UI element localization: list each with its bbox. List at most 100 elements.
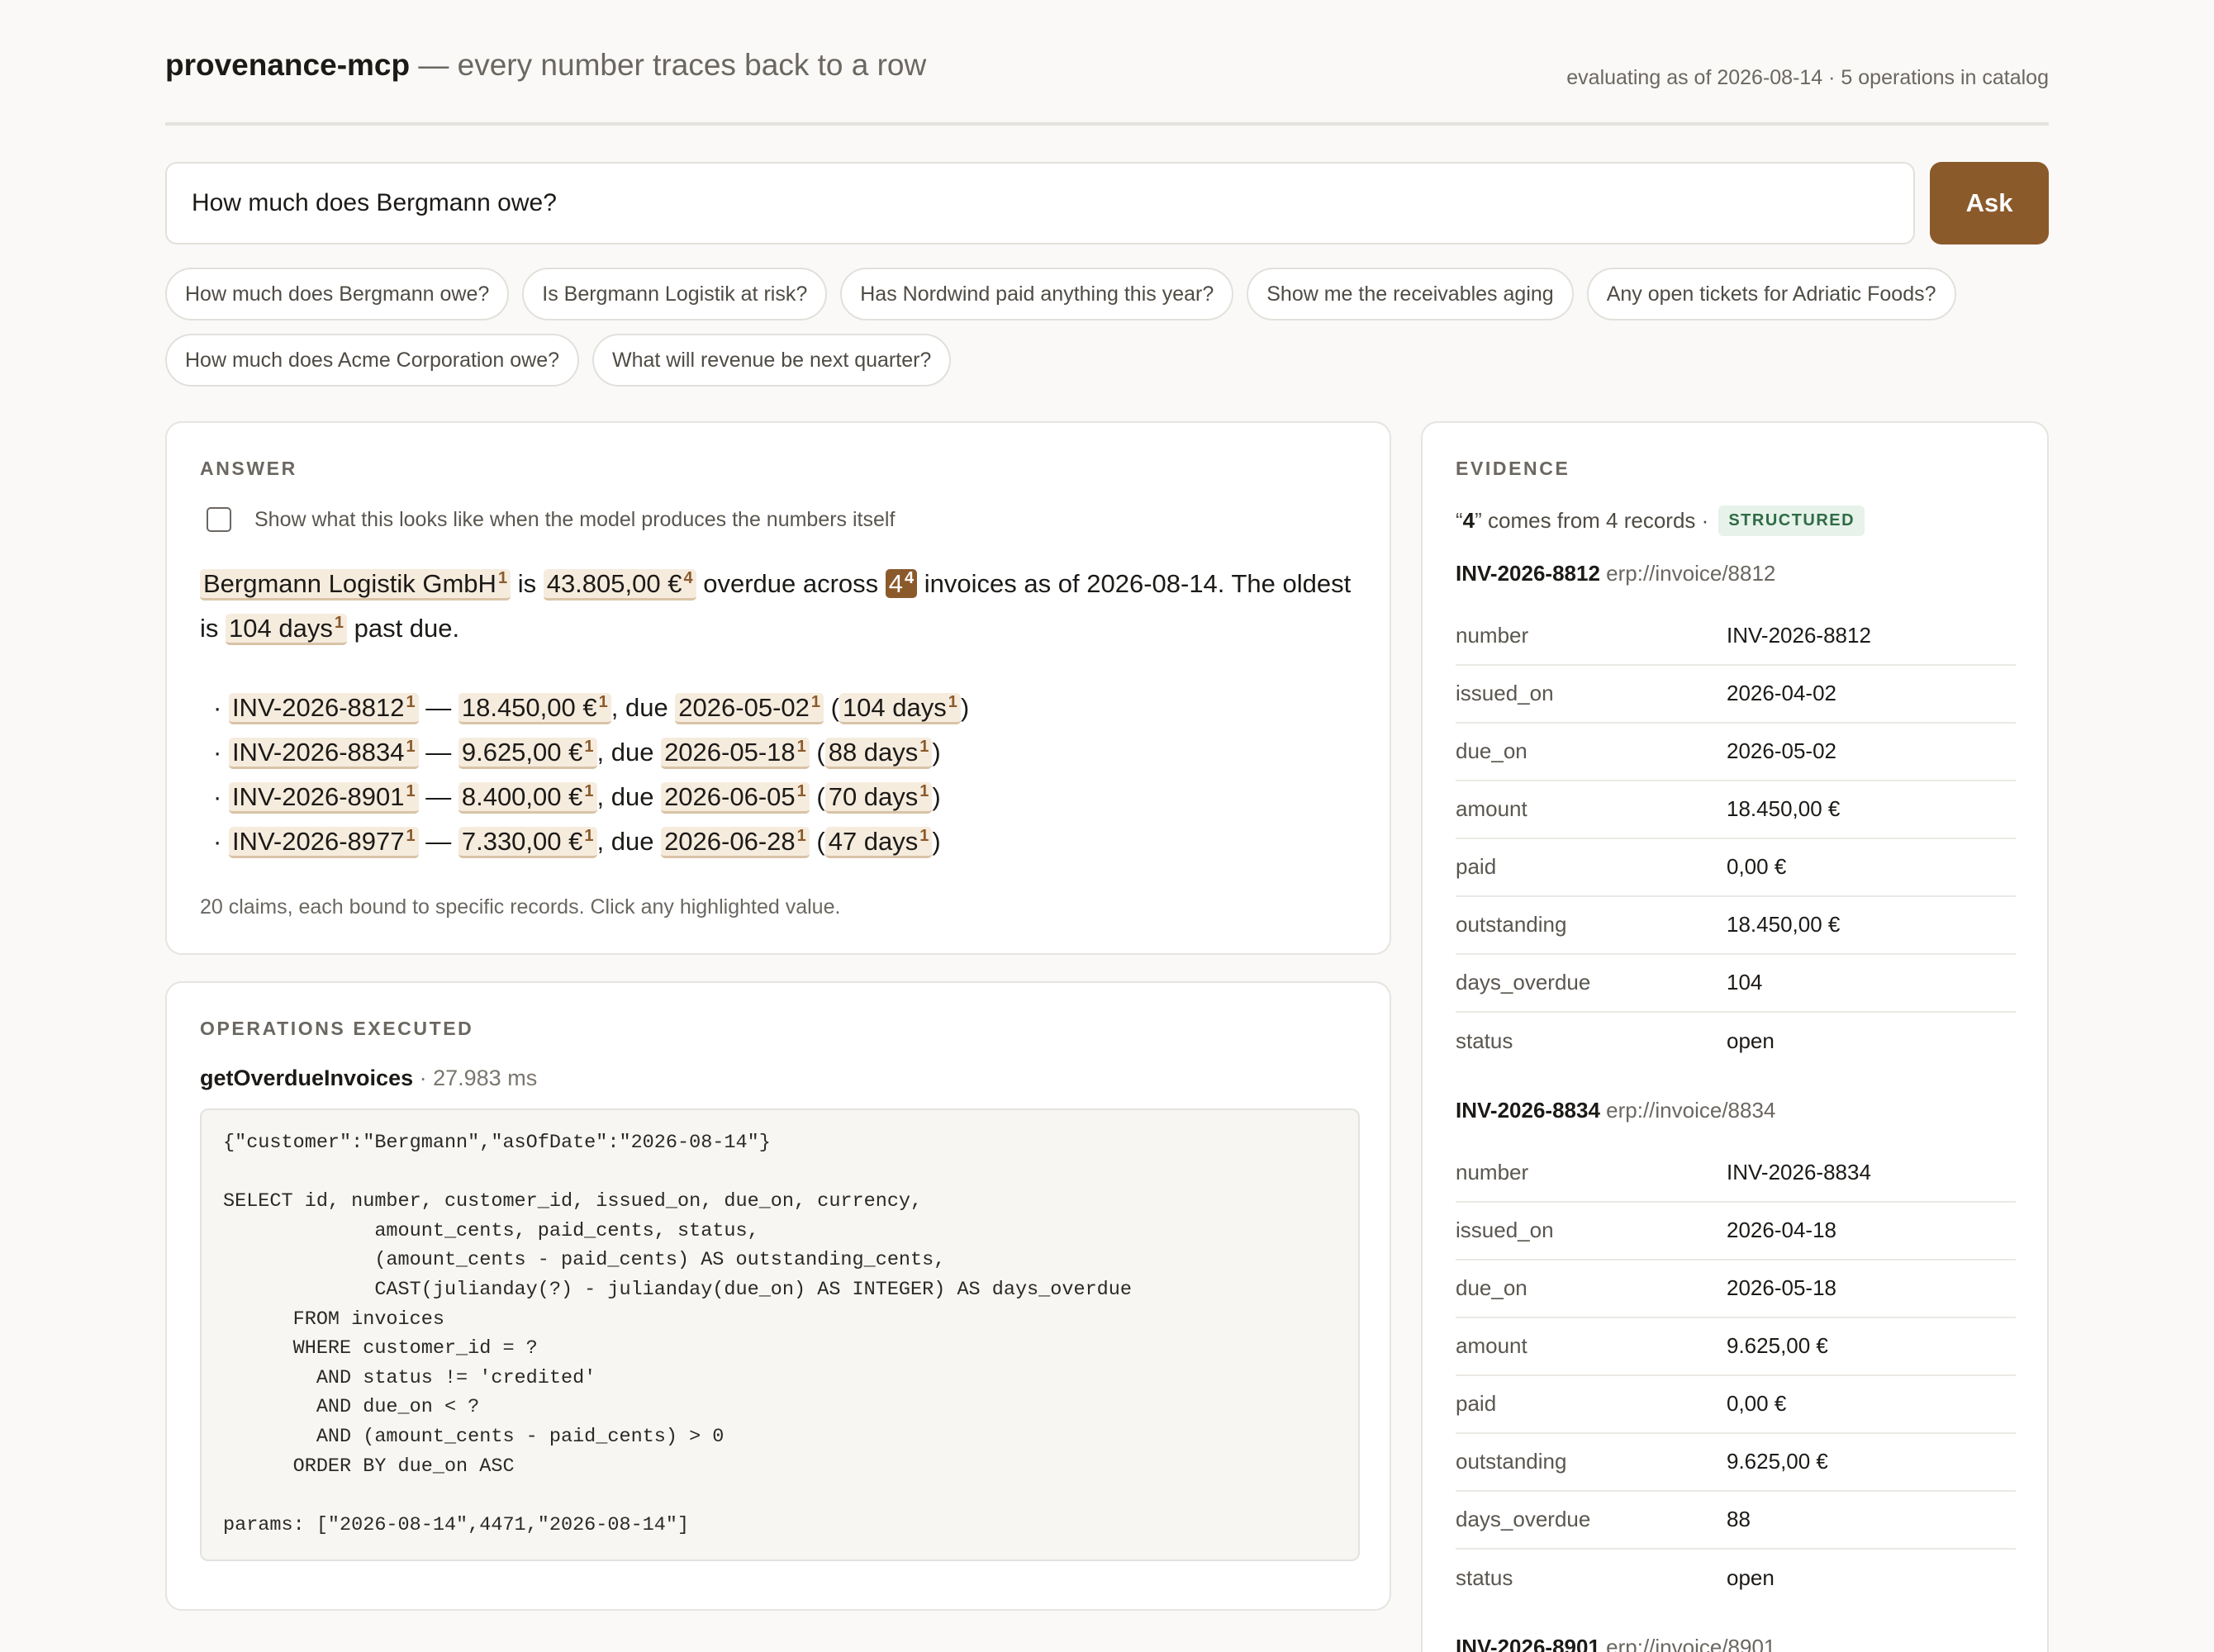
record-field: days_overdue 88	[1456, 1490, 2016, 1550]
record-header: INV-2026-8812 erp://invoice/8812	[1456, 555, 2016, 608]
field-key: status	[1456, 1564, 1513, 1590]
claim-invoice-number[interactable]: INV-2026-8977 1	[228, 826, 419, 858]
evidence-record: INV-2026-8812 erp://invoice/8812 number I…	[1456, 555, 2016, 1070]
claim-ref-count: 4	[683, 568, 693, 587]
field-key: days_overdue	[1456, 1506, 1591, 1531]
record-field: issued_on 2026-04-02	[1456, 664, 2016, 724]
record-field: due_on 2026-05-18	[1456, 1259, 2016, 1318]
claim-value: INV-2026-8977	[231, 827, 405, 856]
field-value: 88	[1727, 1506, 1751, 1531]
claim-invoice-days[interactable]: 70 days 1	[824, 782, 933, 814]
suggestion-chip[interactable]: Show me the receivables aging	[1247, 268, 1574, 320]
page-header: provenance-mcp — every number traces bac…	[165, 0, 2049, 126]
claim-value: 2026-06-28	[664, 827, 796, 856]
toggle-label: Show what this looks like when the model…	[254, 507, 896, 531]
field-value: open	[1727, 1564, 1775, 1590]
claim-value: 88 days	[828, 738, 919, 767]
claim-ref-count: 1	[406, 781, 416, 800]
claim-value: INV-2026-8901	[231, 782, 405, 811]
claim-ref-count: 1	[584, 826, 594, 845]
answer-fragment: overdue across	[703, 569, 879, 598]
structured-badge: STRUCTURED	[1718, 506, 1865, 536]
field-value: INV-2026-8834	[1727, 1159, 1871, 1184]
page-title: provenance-mcp — every number traces bac…	[165, 48, 926, 83]
field-value: INV-2026-8812	[1727, 622, 1871, 648]
claim-ref-count: 1	[919, 737, 929, 756]
answer-fragment: is	[517, 569, 537, 598]
claim-value: Bergmann Logistik GmbH	[203, 569, 496, 598]
model-numbers-toggle[interactable]: Show what this looks like when the model…	[207, 507, 895, 532]
suggestion-chip[interactable]: How much does Acme Corporation owe?	[165, 334, 580, 387]
claim-ref-count: 1	[584, 781, 594, 800]
claim-invoice-due[interactable]: 2026-05-02 1	[675, 693, 824, 724]
claim-oldest[interactable]: 104 days 1	[226, 614, 347, 645]
claim-total[interactable]: 43.805,00 €4	[543, 568, 696, 601]
suggestion-chip[interactable]: Has Nordwind paid anything this year?	[840, 268, 1234, 320]
claim-invoice-amount[interactable]: 7.330,00 €1	[458, 827, 597, 858]
claim-source-count: ” comes from 4 records ·	[1475, 508, 1709, 533]
claim-invoice-number[interactable]: INV-2026-8901 1	[228, 781, 419, 814]
field-key: due_on	[1456, 1275, 1527, 1300]
question-input[interactable]	[165, 162, 1915, 244]
claim-selected-value: 4	[1462, 508, 1475, 533]
suggestion-chip[interactable]: Any open tickets for Adriatic Foods?	[1586, 268, 1956, 320]
claim-value: INV-2026-8834	[231, 738, 405, 767]
claim-value: 18.450,00 €	[461, 693, 597, 722]
claim-invoice-due[interactable]: 2026-06-28 1	[661, 827, 810, 858]
claim-ref-count: 1	[810, 692, 820, 711]
claim-count-selected[interactable]: 44	[885, 569, 918, 598]
claim-invoice-due[interactable]: 2026-06-05 1	[661, 782, 810, 814]
claim-invoice-due[interactable]: 2026-05-18 1	[661, 738, 810, 769]
claim-invoice-amount[interactable]: 9.625,00 €1	[458, 738, 597, 769]
record-field: outstanding 18.450,00 €	[1456, 895, 2016, 955]
claim-ref-count: 1	[584, 737, 594, 756]
invoice-list-item: · INV-2026-8812 1 — 18.450,00 €1, due 202…	[213, 686, 969, 730]
suggestion-chip[interactable]: Is Bergmann Logistik at risk?	[522, 268, 828, 320]
field-value: 0,00 €	[1727, 1390, 1787, 1416]
record-uri[interactable]: erp://invoice/8812	[1606, 561, 1775, 586]
claim-invoice-amount[interactable]: 8.400,00 €1	[458, 782, 597, 814]
record-title: INV-2026-8812	[1456, 561, 1600, 586]
claim-invoice-days[interactable]: 47 days 1	[824, 827, 933, 858]
field-key: paid	[1456, 1390, 1497, 1416]
claim-invoice-days[interactable]: 88 days 1	[824, 737, 933, 769]
ask-button[interactable]: Ask	[1930, 162, 2049, 244]
record-field: days_overdue 104	[1456, 953, 2016, 1013]
field-key: outstanding	[1456, 911, 1567, 937]
suggestion-chip[interactable]: What will revenue be next quarter?	[592, 334, 952, 387]
answer-section-label: ANSWER	[200, 458, 297, 479]
app-name: provenance-mcp	[165, 48, 411, 82]
field-value: open	[1727, 1028, 1775, 1053]
claim-invoice-days[interactable]: 104 days 1	[839, 693, 961, 724]
app-tagline: — every number traces back to a row	[418, 48, 927, 82]
field-key: days_overdue	[1456, 969, 1591, 995]
claim-customer[interactable]: Bergmann Logistik GmbH 1	[200, 569, 511, 601]
field-value: 2026-05-18	[1727, 1275, 1836, 1300]
claim-invoice-amount[interactable]: 18.450,00 €1	[458, 693, 611, 724]
record-uri[interactable]: erp://invoice/8834	[1606, 1098, 1775, 1123]
invoice-list: · INV-2026-8812 1 — 18.450,00 €1, due 202…	[213, 686, 969, 864]
record-field: outstanding 9.625,00 €	[1456, 1432, 2016, 1492]
record-title: INV-2026-8834	[1456, 1098, 1600, 1123]
claim-value: 47 days	[828, 827, 919, 856]
field-key: status	[1456, 1028, 1513, 1053]
claim-invoice-number[interactable]: INV-2026-8812 1	[228, 693, 419, 724]
toggle-checkbox[interactable]	[207, 507, 231, 532]
claim-value: 104 days	[229, 614, 333, 643]
record-field: issued_on 2026-04-18	[1456, 1201, 2016, 1260]
field-key: number	[1456, 1159, 1529, 1184]
record-uri[interactable]: erp://invoice/8901	[1606, 1635, 1775, 1652]
claim-ref-count: 1	[497, 568, 508, 587]
operation-duration: · 27.983 ms	[419, 1066, 538, 1090]
suggestion-chip[interactable]: How much does Bergmann owe?	[165, 268, 510, 320]
field-key: outstanding	[1456, 1448, 1567, 1474]
claim-ref-count: 1	[948, 692, 957, 711]
claim-value: 4	[888, 569, 904, 598]
record-field: number INV-2026-8812	[1456, 606, 2016, 666]
claim-ref-count: 1	[598, 692, 608, 711]
claim-value: 8.400,00 €	[461, 782, 583, 811]
claim-ref-count: 1	[406, 826, 416, 845]
field-key: issued_on	[1456, 680, 1554, 705]
claim-invoice-number[interactable]: INV-2026-8834 1	[228, 738, 419, 769]
field-key: due_on	[1456, 738, 1527, 763]
